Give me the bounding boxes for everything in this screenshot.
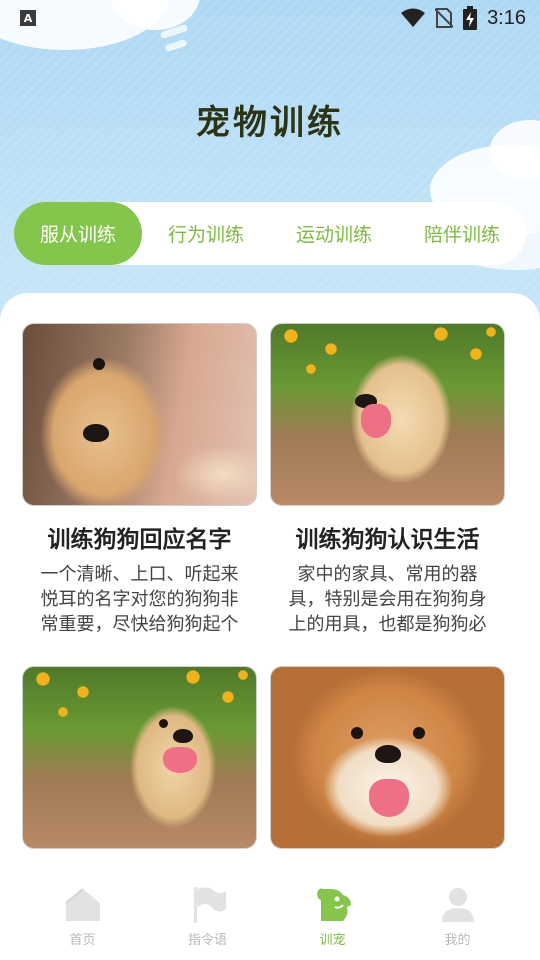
puppy-tongue: [361, 404, 391, 438]
tab-behavior[interactable]: 行为训练: [142, 202, 270, 265]
header-background: [0, 0, 540, 330]
puppy-nose: [173, 729, 193, 743]
training-card[interactable]: [22, 666, 257, 863]
dog-eye: [413, 727, 425, 739]
tab-exercise[interactable]: 运动训练: [270, 202, 398, 265]
card-title: 训练狗狗认识生活: [295, 527, 480, 553]
dog-nose: [375, 745, 401, 763]
status-bar: A 3:16: [0, 0, 540, 36]
training-card[interactable]: [270, 666, 505, 863]
status-time: 3:16: [487, 6, 526, 29]
card-image: [270, 666, 505, 849]
category-tabs: 服从训练 行为训练 运动训练 陪伴训练: [14, 202, 526, 265]
puppy-eye: [93, 358, 105, 370]
cloud-decoration: [164, 38, 188, 53]
puppy-nose: [83, 424, 109, 442]
puppy-eye: [159, 719, 168, 728]
flag-icon: [188, 885, 228, 925]
nav-home[interactable]: 首页: [33, 885, 133, 948]
card-image: [270, 323, 505, 506]
app-notification-icon: A: [20, 10, 36, 26]
dog-tongue: [369, 779, 409, 817]
home-icon: [63, 885, 103, 925]
card-description: 一个清晰、上口、听起来悦耳的名字对您的狗狗非常重要，尽快给狗狗起个: [40, 564, 239, 635]
card-image: [22, 666, 257, 849]
nav-label: 指令语: [187, 933, 227, 948]
dog-icon: [313, 885, 353, 925]
dog-eye: [351, 727, 363, 739]
tab-companion[interactable]: 陪伴训练: [398, 202, 526, 265]
puppy-tongue: [163, 747, 197, 773]
card-title: 训练狗狗回应名字: [47, 527, 232, 553]
nav-label: 训宠: [319, 933, 346, 948]
nav-label: 首页: [69, 933, 96, 948]
bottom-navigation: 首页 指令语 训宠 我的: [0, 873, 540, 960]
training-list: 训练狗狗回应名字 一个清晰、上口、听起来悦耳的名字对您的狗狗非常重要，尽快给狗狗…: [0, 293, 540, 873]
nav-commands[interactable]: 指令语: [158, 885, 258, 948]
battery-charging-icon: [463, 6, 478, 30]
card-description: 家中的家具、常用的器具，特别是会用在狗狗身上的用具，也都是狗狗必: [288, 564, 487, 635]
card-image: [22, 323, 257, 506]
training-card[interactable]: 训练狗狗回应名字 一个清晰、上口、听起来悦耳的名字对您的狗狗非常重要，尽快给狗狗…: [22, 323, 257, 637]
page-title: 宠物训练: [196, 103, 344, 143]
no-sim-icon: [435, 8, 454, 28]
nav-label: 我的: [444, 933, 471, 948]
nav-mine[interactable]: 我的: [408, 885, 508, 948]
nav-train[interactable]: 训宠: [283, 885, 383, 948]
tab-obedience[interactable]: 服从训练: [14, 202, 142, 265]
wifi-icon: [401, 8, 426, 27]
user-icon: [438, 885, 478, 925]
training-card[interactable]: 训练狗狗认识生活 家中的家具、常用的器具，特别是会用在狗狗身上的用具，也都是狗狗…: [270, 323, 505, 637]
